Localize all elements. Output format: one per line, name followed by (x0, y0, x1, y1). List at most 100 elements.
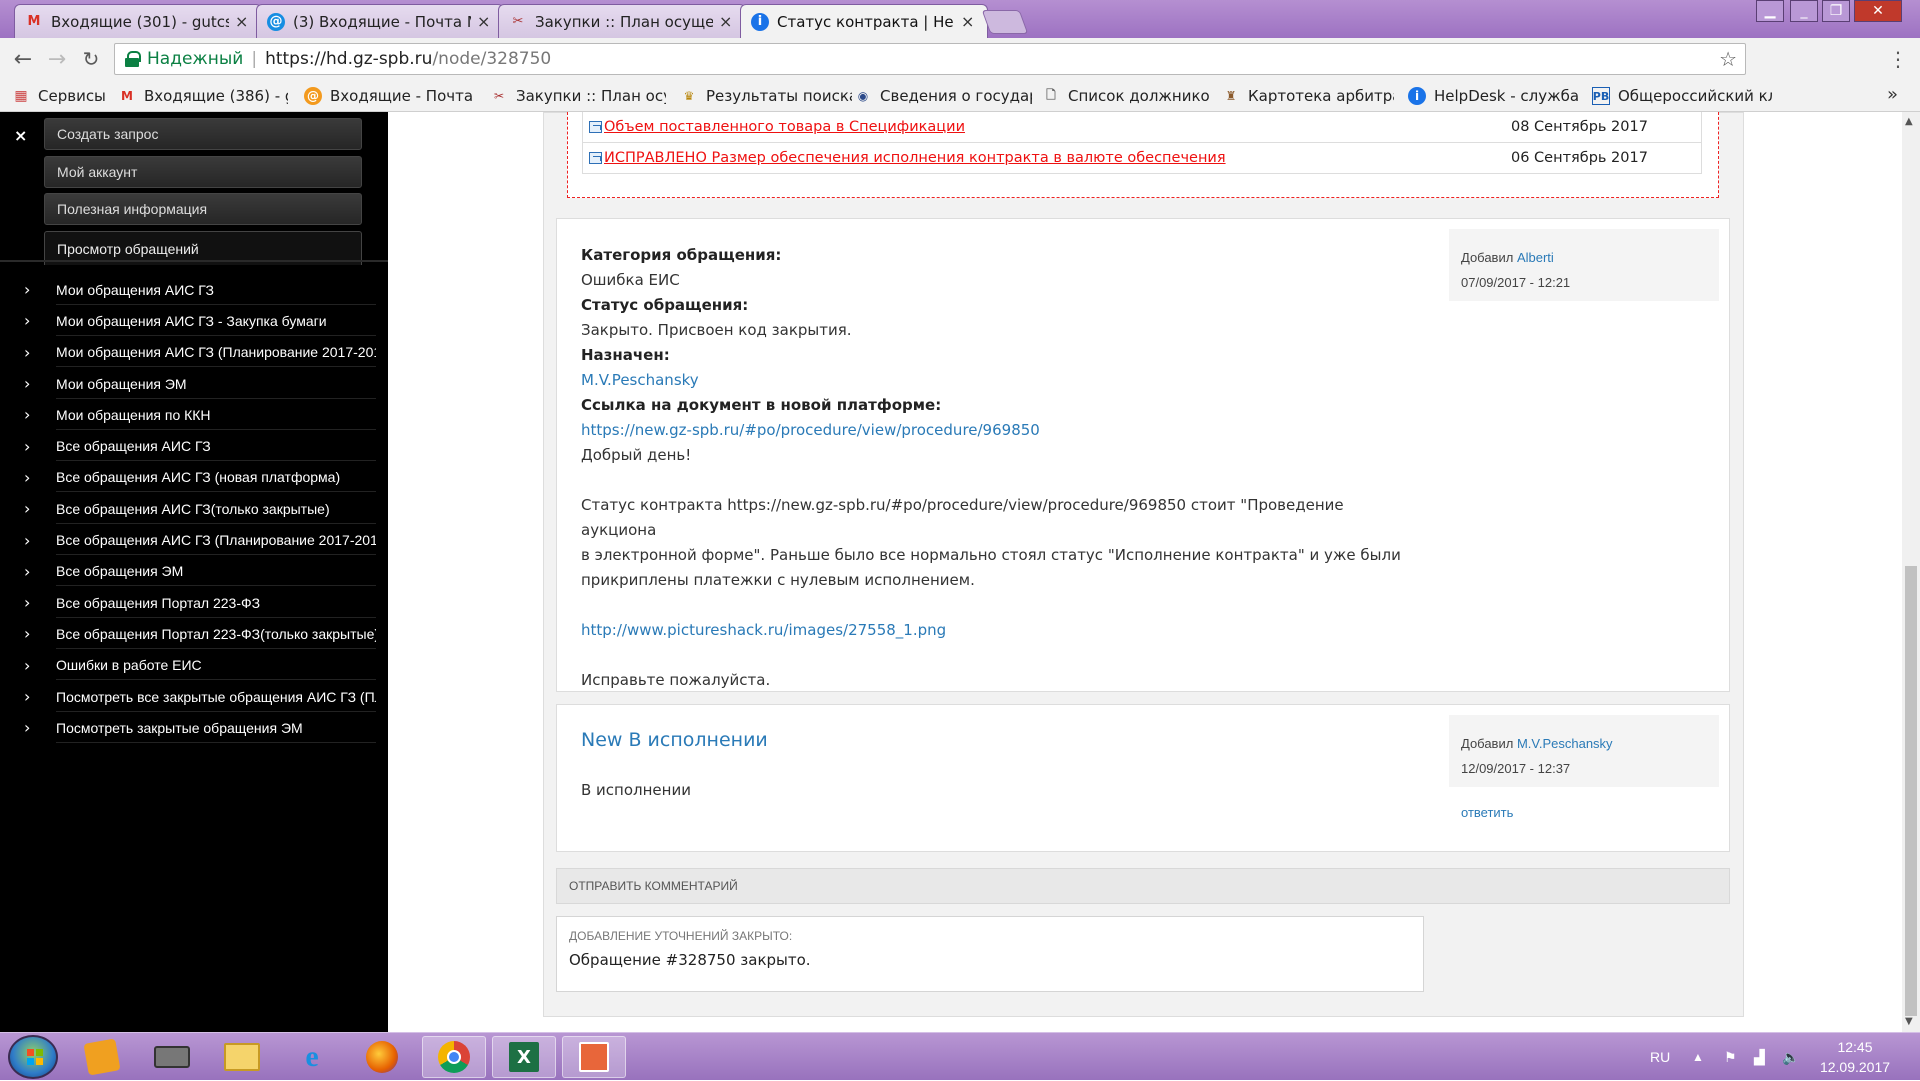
clock[interactable]: 12:45 12.09.2017 (1810, 1037, 1900, 1077)
sidebar-item-label: Мои обращения по ККН (56, 400, 376, 430)
language-indicator[interactable]: RU (1650, 1033, 1670, 1081)
chrome-icon[interactable] (422, 1036, 486, 1078)
spec-link[interactable]: ИСПРАВЛЕНО Размер обеспечения исполнения… (604, 150, 1226, 166)
volume-muted-icon[interactable]: 🔈 (1782, 1033, 1799, 1081)
scrollbar-thumb[interactable] (1905, 566, 1917, 1016)
bookmark-search-results[interactable]: ♛ Результаты поиска (680, 80, 852, 112)
closing-text: Исправьте пожалуйста. (581, 671, 771, 689)
folder-icon[interactable] (210, 1036, 274, 1078)
window-close-button[interactable]: ✕ (1854, 0, 1902, 22)
pb-icon: РВ (1592, 87, 1610, 105)
sidebar-item[interactable]: › Посмотреть закрытые обращения ЭМ (0, 712, 388, 743)
action-center-flag-icon[interactable]: ⚑ (1724, 1033, 1737, 1081)
sidebar-item[interactable]: › Мои обращения ЭМ (0, 368, 388, 399)
author-link[interactable]: M.V.Peschansky (1517, 736, 1613, 751)
bookmark-mail-ru[interactable]: @ Входящие - Почта М (304, 80, 474, 112)
chevron-right-icon: › (24, 655, 31, 675)
button-label: Полезная информация (57, 201, 208, 217)
bookmark-classifier[interactable]: РВ Общероссийский кл (1592, 80, 1772, 112)
sidebar-item[interactable]: › Мои обращения АИС ГЗ (0, 274, 388, 305)
sidebar-item[interactable]: › Мои обращения по ККН (0, 399, 388, 430)
bookmark-helpdesk[interactable]: i HelpDesk - служба т (1408, 80, 1580, 112)
network-signal-icon[interactable]: ▟ (1754, 1033, 1765, 1081)
send-comment-header[interactable]: ОТПРАВИТЬ КОММЕНТАРИЙ (556, 868, 1730, 904)
tab-zakupki[interactable]: ✂ Закупки :: План осущест × (498, 4, 746, 38)
scroll-up-arrow-icon[interactable]: ▲ (1905, 116, 1913, 127)
chevron-right-icon: › (24, 280, 31, 300)
vertical-scrollbar[interactable]: ▲ ▼ (1902, 112, 1920, 1032)
bookmark-label: Сервисы (38, 87, 106, 105)
reply-link[interactable]: ответить (1461, 805, 1513, 820)
my-account-button[interactable]: Мой аккаунт (44, 156, 362, 188)
excel-icon[interactable]: X (492, 1036, 556, 1078)
document-link[interactable]: https://new.gz-spb.ru/#po/procedure/view… (581, 418, 1401, 443)
sidebar-item[interactable]: › Мои обращения АИС ГЗ - Закупка бумаги (0, 305, 388, 336)
separator: | (251, 49, 258, 69)
bookmark-arbitration[interactable]: ♜ Картотека арбитраж (1222, 80, 1394, 112)
back-arrow-icon[interactable]: ← (10, 46, 36, 72)
sidebar-item[interactable]: › Мои обращения АИС ГЗ (Планирование 2017… (0, 337, 388, 368)
internet-explorer-icon[interactable]: e (280, 1036, 344, 1078)
forward-arrow-icon[interactable]: → (44, 46, 70, 72)
window-minimize-button[interactable]: _ (1790, 0, 1818, 22)
spec-link[interactable]: Объем поставленного товара в Спецификаци… (604, 119, 965, 135)
bookmark-apps[interactable]: ▦ Сервисы (12, 80, 112, 112)
bookmark-gmail[interactable]: M Входящие (386) - gu (118, 80, 288, 112)
bookmark-debtors[interactable]: 🗋 Список должников (1042, 80, 1210, 112)
tab-mail-ru[interactable]: @ (3) Входящие - Почта М × (256, 4, 504, 38)
sidebar-item[interactable]: › Ошибки в работе ЕИС (0, 650, 388, 681)
sidebar-item-label: Мои обращения АИС ГЗ (Планирование 2017-… (56, 337, 376, 368)
chevron-right-icon: › (24, 624, 31, 644)
close-icon[interactable]: × (477, 12, 493, 31)
tab-helpdesk[interactable]: i Статус контракта | HelpD × (740, 4, 988, 38)
assignee-link[interactable]: M.V.Peschansky (581, 368, 1401, 393)
menu-icon[interactable]: ⋮ (1888, 47, 1908, 71)
document-link-label: Ссылка на документ в новой платформе: (581, 396, 942, 414)
sidebar-item-label: Все обращения Портал 223-ФЗ(только закры… (56, 619, 376, 649)
bookmarks-bar: ▦ Сервисы M Входящие (386) - gu @ Входящ… (0, 80, 1920, 112)
author-link[interactable]: Alberti (1517, 250, 1554, 265)
close-icon[interactable]: × (719, 12, 735, 31)
bookmark-zakupki[interactable]: ✂ Закупки :: План осу (490, 80, 666, 112)
taskbar: e X RU ▲ ⚑ ▟ 🔈 12:45 12.09.2017 (0, 1032, 1920, 1080)
sidebar-item[interactable]: › Все обращения Портал 223-ФЗ(только закр… (0, 618, 388, 649)
sidebar-item[interactable]: › Все обращения АИС ГЗ (Планирование 2017… (0, 524, 388, 556)
windows-logo-icon (27, 1049, 43, 1065)
sidebar-item[interactable]: › Все обращения Портал 223-ФЗ (0, 587, 388, 618)
create-request-button[interactable]: Создать запрос (44, 118, 362, 150)
sidebar-item[interactable]: › Все обращения АИС ГЗ (0, 430, 388, 462)
useful-info-button[interactable]: Полезная информация (44, 193, 362, 225)
apps-grid-icon: ▦ (14, 88, 28, 104)
spec-date: 06 Сентябрь 2017 (1511, 150, 1648, 166)
firefox-icon[interactable] (350, 1036, 414, 1078)
bookmarks-overflow-button[interactable]: » (1887, 84, 1898, 105)
sidebar-item[interactable]: › Все обращения ЭМ (0, 556, 388, 587)
close-icon[interactable]: × (235, 12, 251, 31)
start-button[interactable] (8, 1035, 58, 1079)
image-link[interactable]: http://www.pictureshack.ru/images/27558_… (581, 618, 1401, 643)
sidebar-item-label: Все обращения АИС ГЗ (новая платформа) (56, 462, 376, 493)
tab-gmail[interactable]: M Входящие (301) - gutcsc × (14, 4, 262, 38)
assigned-label: Назначен: (581, 346, 670, 364)
tray-expand-icon[interactable]: ▲ (1692, 1033, 1704, 1081)
close-icon[interactable]: × (961, 12, 977, 31)
office-app-icon[interactable] (562, 1036, 626, 1078)
document-icon: 🗋 (1046, 87, 1056, 102)
sidebar-item[interactable]: › Все обращения АИС ГЗ(только закрытые) (0, 493, 388, 524)
reload-icon[interactable]: ↻ (78, 46, 104, 72)
bookmark-star-icon[interactable]: ☆ (1719, 47, 1737, 71)
sidebar-item[interactable]: › Все обращения АИС ГЗ (новая платформа) (0, 462, 388, 493)
address-bar[interactable]: Надежный | https://hd.gz-spb.ru/node/328… (114, 43, 1746, 75)
scroll-down-arrow-icon[interactable]: ▼ (1905, 1016, 1913, 1027)
bookmark-gov-info[interactable]: ◉ Сведения о государ (854, 80, 1032, 112)
new-tab-button[interactable] (981, 10, 1029, 34)
bookmark-label: Картотека арбитраж (1248, 87, 1394, 105)
scanner-icon[interactable] (140, 1036, 204, 1078)
sidebar-item-label: Мои обращения АИС ГЗ - Закупка бумаги (56, 306, 376, 336)
sidebar-item[interactable]: › Посмотреть все закрытые обращения АИС Г… (0, 681, 388, 712)
button-label: Мой аккаунт (57, 164, 138, 180)
window-minimize-button[interactable]: ▁ (1756, 0, 1784, 22)
window-restore-button[interactable]: ❐ (1822, 0, 1850, 22)
ie-misc-icon[interactable] (70, 1036, 134, 1078)
close-icon[interactable]: × (14, 126, 27, 145)
